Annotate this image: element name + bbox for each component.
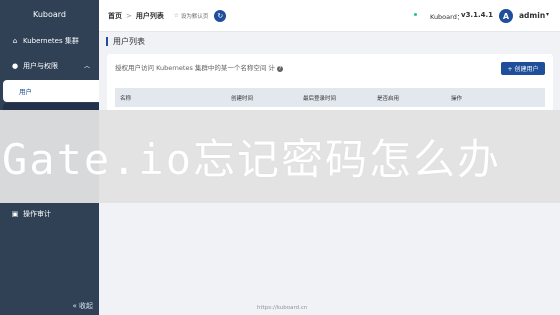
breadcrumb-current: 用户列表 <box>135 11 164 20</box>
description-text: 授权用户访问 Kubernetes 集群中的某一个名称空间 计 <box>115 64 275 72</box>
chevron-down-icon[interactable]: ▾ <box>546 11 549 18</box>
sidebar-item-label: Kubernetes 集群 <box>23 36 79 45</box>
sidebar-item-label: 操作审计 <box>23 209 51 218</box>
sidebar-item-label: 用户 <box>19 88 32 96</box>
create-user-button[interactable]: + 创建用户 <box>501 62 545 75</box>
status-dot <box>414 13 417 16</box>
sidebar-item-clusters[interactable]: ⌂ Kubernetes 集群 <box>0 28 99 53</box>
home-icon: ⌂ <box>12 36 18 45</box>
set-default-label: 设为默认页 <box>180 13 209 20</box>
table-header: 名称 创建时间 最后登录时间 是否启用 操作 <box>115 88 545 107</box>
help-icon[interactable]: ? <box>277 66 283 72</box>
footer-link[interactable]: https://kuboard.cn <box>257 305 307 311</box>
breadcrumb-separator: > <box>126 11 132 20</box>
page-title: 用户列表 <box>106 37 145 46</box>
version-label: Kuboard： <box>430 13 464 21</box>
card-description: 授权用户访问 Kubernetes 集群中的某一个名称空间 计? <box>115 62 283 72</box>
overlay-banner: Gate.io忘记密码怎么办 <box>0 110 560 203</box>
audit-icon: ▣ <box>11 209 19 218</box>
collapse-sidebar-button[interactable]: « 收起 <box>0 301 99 311</box>
set-default-page-link[interactable]: ☆ 设为默认页 <box>174 12 208 20</box>
column-header-last-login[interactable]: 最后登录时间 <box>303 94 336 102</box>
banner-text: Gate.io忘记密码怎么办 <box>2 135 502 184</box>
breadcrumb-home[interactable]: 首页 <box>108 11 122 21</box>
star-icon: ☆ <box>173 12 179 19</box>
version-value: v3.1.4.1 <box>461 11 494 19</box>
chevron-up-icon: ︿ <box>83 63 90 70</box>
user-icon: ● <box>11 61 19 70</box>
refresh-icon: ↻ <box>217 11 224 20</box>
avatar[interactable]: A <box>499 9 513 23</box>
sidebar-item-label: 用户与权限 <box>23 61 58 70</box>
column-header-enabled[interactable]: 是否启用 <box>377 94 399 102</box>
column-header-name[interactable]: 名称 <box>120 94 131 102</box>
sidebar-item-users-permissions[interactable]: ● 用户与权限 ︿ <box>0 53 99 78</box>
sidebar-item-audit[interactable]: ▣ 操作审计 <box>0 201 99 226</box>
app-logo[interactable]: Kuboard <box>0 0 99 28</box>
sidebar-item-users[interactable]: 用户 <box>3 80 99 102</box>
column-header-created[interactable]: 创建时间 <box>231 94 253 102</box>
column-header-actions: 操作 <box>451 96 463 102</box>
username[interactable]: admin <box>519 11 545 20</box>
refresh-button[interactable]: ↻ <box>214 9 227 22</box>
